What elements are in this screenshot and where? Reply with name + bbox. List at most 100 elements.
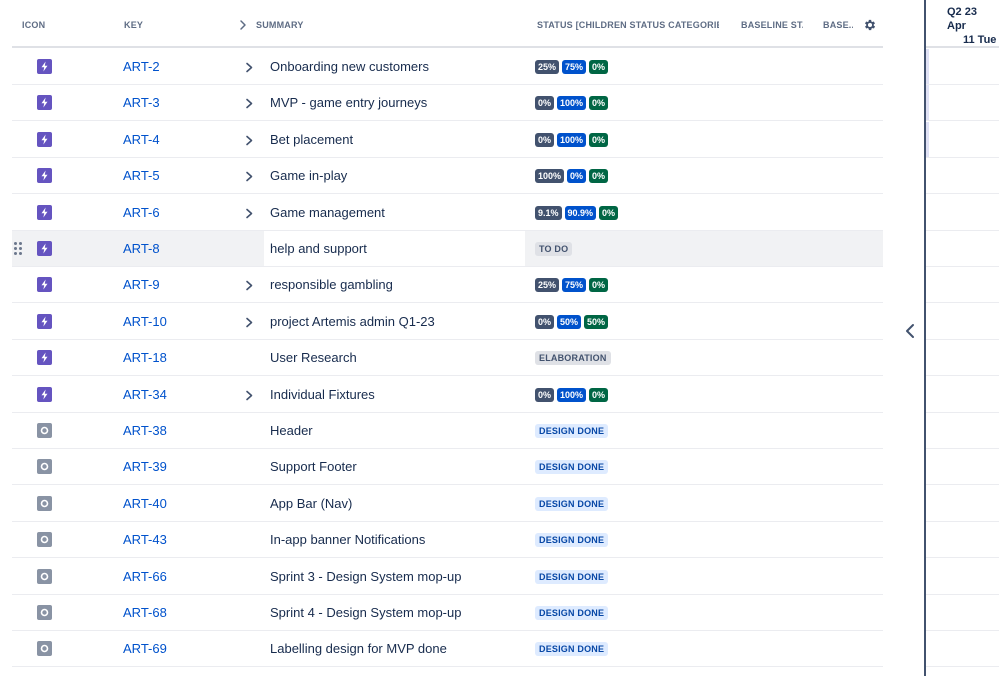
table-row[interactable]: ART-2 Onboarding new customers 25% 75% 0%: [12, 49, 883, 85]
table-row[interactable]: ART-40 App Bar (Nav) DESIGN DONE: [12, 486, 883, 522]
column-header-baseline-end[interactable]: BASE...: [823, 20, 853, 30]
expand-chevron-icon[interactable]: [244, 389, 254, 402]
table-row[interactable]: ART-66 Sprint 3 - Design System mop-up DES…: [12, 559, 883, 595]
issue-key-link[interactable]: ART-2: [123, 59, 160, 74]
table-row[interactable]: ART-10 project Artemis admin Q1-23 0% 50% 50…: [12, 304, 883, 340]
issue-key-link[interactable]: ART-3: [123, 95, 160, 110]
collapse-panel-chevron-icon[interactable]: [903, 322, 917, 340]
column-header-key[interactable]: KEY: [124, 20, 164, 30]
expand-chevron-icon[interactable]: [244, 316, 254, 329]
issue-summary[interactable]: Game in-play: [264, 158, 525, 193]
expand-all-chevron-icon[interactable]: [238, 19, 248, 31]
status-cell: 0% 100% 0%: [535, 96, 609, 111]
table-row[interactable]: ART-39 Support Footer DESIGN DONE: [12, 449, 883, 485]
table-row[interactable]: ART-38 Header DESIGN DONE: [12, 413, 883, 449]
status-lozenge[interactable]: DESIGN DONE: [535, 533, 609, 547]
issue-key-link[interactable]: ART-4: [123, 132, 160, 147]
issue-summary[interactable]: User Research: [264, 340, 525, 375]
table-row[interactable]: ART-8 help and support TO DO: [12, 231, 883, 267]
column-header-icon[interactable]: ICON: [22, 20, 62, 30]
issue-summary[interactable]: Game management: [264, 195, 525, 230]
issue-key-link[interactable]: ART-69: [123, 641, 167, 656]
drag-handle-icon[interactable]: [14, 242, 24, 256]
table-row[interactable]: ART-6 Game management 9.1% 90.9% 0%: [12, 195, 883, 231]
issue-key-link[interactable]: ART-38: [123, 423, 167, 438]
issue-summary[interactable]: help and support: [264, 231, 525, 266]
expand-chevron-icon[interactable]: [244, 170, 254, 183]
expand-chevron-icon[interactable]: [244, 134, 254, 147]
issue-summary[interactable]: App Bar (Nav): [264, 486, 525, 521]
table-row[interactable]: ART-4 Bet placement 0% 100% 0%: [12, 122, 883, 158]
issue-summary[interactable]: Sprint 3 - Design System mop-up: [264, 559, 525, 594]
status-cell: DESIGN DONE: [535, 606, 609, 621]
timeline-row[interactable]: [926, 631, 999, 667]
issue-summary[interactable]: Individual Fixtures: [264, 377, 525, 412]
status-lozenge[interactable]: DESIGN DONE: [535, 424, 609, 438]
timeline-row[interactable]: [926, 413, 999, 449]
issue-summary[interactable]: Onboarding new customers: [264, 49, 525, 84]
column-header-status[interactable]: STATUS [CHILDREN STATUS CATEGORIES I...: [537, 20, 719, 30]
issue-summary[interactable]: MVP - game entry journeys: [264, 85, 525, 120]
issue-key-link[interactable]: ART-5: [123, 168, 160, 183]
issue-key-link[interactable]: ART-66: [123, 569, 167, 584]
timeline-row[interactable]: [926, 449, 999, 485]
timeline-row[interactable]: [926, 85, 999, 121]
gear-icon[interactable]: [863, 18, 877, 32]
expand-chevron-icon[interactable]: [244, 61, 254, 74]
issue-key-link[interactable]: ART-9: [123, 277, 160, 292]
timeline-row[interactable]: [926, 340, 999, 376]
timeline-row[interactable]: [926, 559, 999, 595]
timeline-row[interactable]: [926, 195, 999, 231]
table-row[interactable]: ART-34 Individual Fixtures 0% 100% 0%: [12, 377, 883, 413]
table-row[interactable]: ART-68 Sprint 4 - Design System mop-up DES…: [12, 595, 883, 631]
issue-summary[interactable]: Bet placement: [264, 122, 525, 157]
table-row[interactable]: ART-9 responsible gambling 25% 75% 0%: [12, 267, 883, 303]
status-cell: TO DO: [535, 242, 573, 257]
status-lozenge[interactable]: DESIGN DONE: [535, 497, 609, 511]
timeline-row[interactable]: [926, 377, 999, 413]
status-lozenge[interactable]: DESIGN DONE: [535, 606, 609, 620]
status-lozenge[interactable]: TO DO: [535, 242, 573, 256]
issue-summary[interactable]: responsible gambling: [264, 267, 525, 302]
issue-key-link[interactable]: ART-34: [123, 387, 167, 402]
status-lozenge[interactable]: DESIGN DONE: [535, 570, 609, 584]
table-row[interactable]: ART-18 User Research ELABORATION: [12, 340, 883, 376]
column-header-summary[interactable]: SUMMARY: [256, 20, 336, 30]
table-row[interactable]: ART-43 In-app banner Notifications DESIGN …: [12, 522, 883, 558]
timeline-row[interactable]: [926, 595, 999, 631]
table-row[interactable]: ART-69 Labelling design for MVP done DESIG…: [12, 631, 883, 667]
expand-chevron-icon[interactable]: [244, 279, 254, 292]
issue-summary[interactable]: Support Footer: [264, 449, 525, 484]
timeline-row[interactable]: [926, 267, 999, 303]
expand-chevron-icon[interactable]: [244, 97, 254, 110]
task-circle-icon: [37, 641, 52, 656]
table-row[interactable]: ART-3 MVP - game entry journeys 0% 100% 0%: [12, 85, 883, 121]
issue-summary[interactable]: Header: [264, 413, 525, 448]
timeline-row[interactable]: [926, 49, 999, 85]
timeline-row[interactable]: [926, 122, 999, 158]
timeline-row[interactable]: [926, 486, 999, 522]
issue-key-link[interactable]: ART-39: [123, 459, 167, 474]
issue-summary[interactable]: In-app banner Notifications: [264, 522, 525, 557]
issue-key-link[interactable]: ART-10: [123, 314, 167, 329]
issue-key-link[interactable]: ART-40: [123, 496, 167, 511]
issue-summary[interactable]: project Artemis admin Q1-23: [264, 304, 525, 339]
issue-key-link[interactable]: ART-8: [123, 241, 160, 256]
timeline-row[interactable]: [926, 304, 999, 340]
issue-key-link[interactable]: ART-43: [123, 532, 167, 547]
timeline-row[interactable]: [926, 158, 999, 194]
status-done-badge: 0%: [589, 133, 609, 147]
status-lozenge[interactable]: DESIGN DONE: [535, 460, 609, 474]
expand-chevron-icon[interactable]: [244, 207, 254, 220]
table-row[interactable]: ART-5 Game in-play 100% 0% 0%: [12, 158, 883, 194]
status-lozenge[interactable]: DESIGN DONE: [535, 642, 609, 656]
issue-key-link[interactable]: ART-68: [123, 605, 167, 620]
timeline-row[interactable]: [926, 231, 999, 267]
issue-key-link[interactable]: ART-6: [123, 205, 160, 220]
timeline-row[interactable]: [926, 522, 999, 558]
issue-key-link[interactable]: ART-18: [123, 350, 167, 365]
status-lozenge[interactable]: ELABORATION: [535, 351, 611, 365]
issue-summary[interactable]: Labelling design for MVP done: [264, 631, 525, 666]
issue-summary[interactable]: Sprint 4 - Design System mop-up: [264, 595, 525, 630]
column-header-baseline-start[interactable]: BASELINE ST...: [741, 20, 803, 30]
